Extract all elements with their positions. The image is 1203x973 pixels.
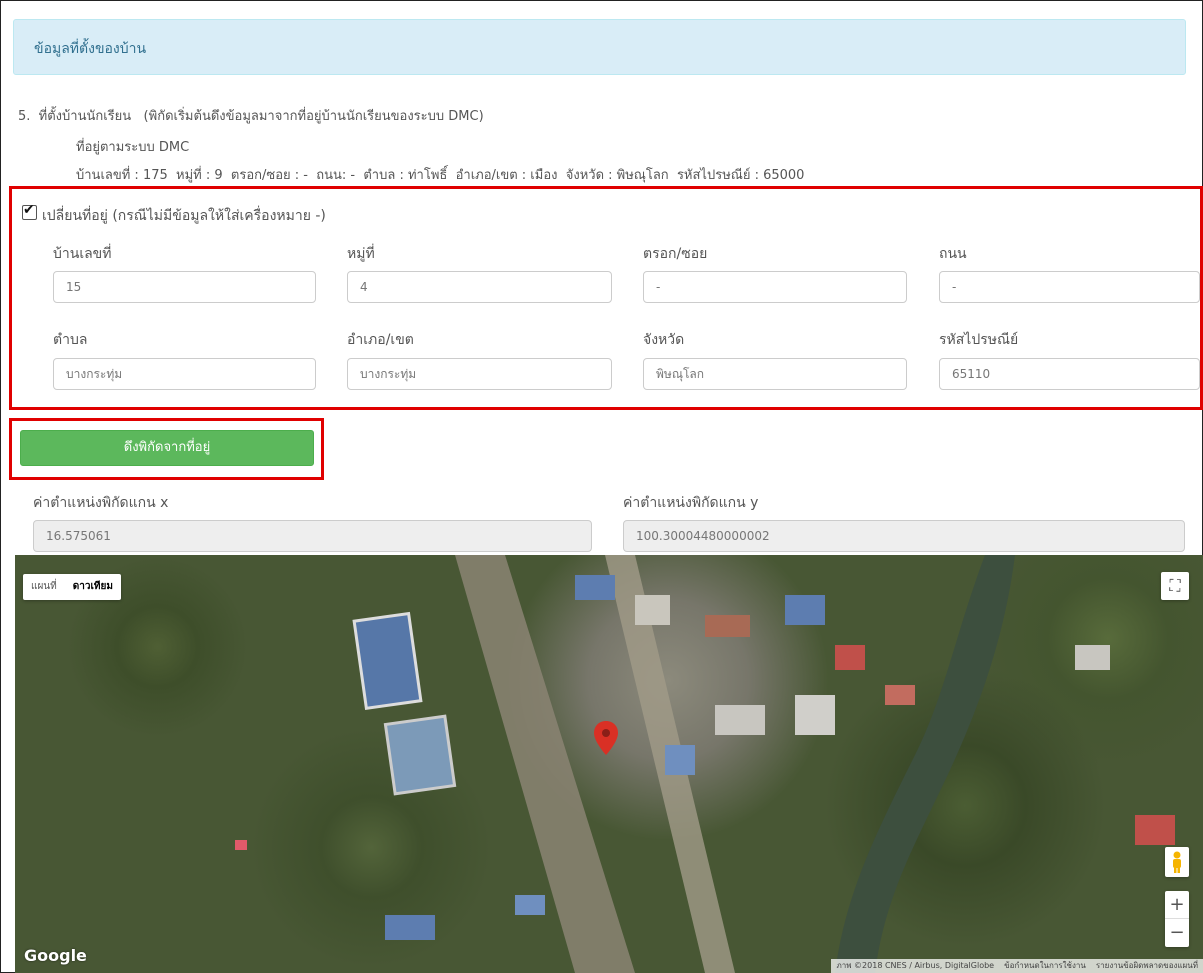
coord-x-input[interactable]: 16.575061 — [33, 520, 592, 552]
pegman-icon — [1173, 851, 1181, 873]
label-soi: ตรอก/ซอย — [643, 246, 708, 262]
dmc-label: ที่อยู่ตามระบบ DMC — [76, 140, 190, 155]
fetch-coordinates-button[interactable]: ดึงพิกัดจากที่อยู่ — [20, 430, 314, 466]
pool-2 — [383, 714, 457, 796]
label-district: อำเภอ/เขต — [347, 332, 414, 348]
river — [835, 555, 1015, 973]
label-moo: หมู่ที่ — [347, 246, 375, 262]
coord-y-input[interactable]: 100.30004480000002 — [623, 520, 1185, 552]
roof — [705, 615, 750, 637]
roof — [515, 895, 545, 915]
dmc-address: บ้านเลขที่ : 175 หมู่ที่ : 9 ตรอก/ซอย : … — [76, 168, 805, 183]
roof — [785, 595, 825, 625]
roof — [385, 915, 435, 940]
report-error-link[interactable]: รายงานข้อผิดพลาดของแผนที่ — [1091, 959, 1203, 973]
google-logo[interactable]: Google — [24, 946, 87, 965]
label-coord-x: ค่าตำแหน่งพิกัดแกน x — [33, 495, 169, 511]
house-no-input[interactable]: 15 — [53, 271, 316, 303]
roof — [885, 685, 915, 705]
panel-title: ข้อมูลที่ตั้งของบ้าน — [34, 41, 147, 57]
soi-input[interactable]: - — [643, 271, 907, 303]
fullscreen-button[interactable]: ⛶ — [1161, 572, 1189, 600]
imagery-credit: ภาพ ©2018 CNES / Airbus, DigitalGlobe — [836, 961, 995, 970]
label-province: จังหวัด — [643, 332, 685, 348]
fullscreen-icon: ⛶ — [1169, 576, 1181, 595]
district-input[interactable]: บางกระทุ่ม — [347, 358, 612, 390]
map-type-map-button[interactable]: แผนที่ — [23, 574, 65, 600]
map-type-satellite-button[interactable]: ดาวเทียม — [65, 574, 121, 600]
roof — [1135, 815, 1175, 845]
zoom-out-button[interactable]: − — [1165, 919, 1189, 946]
satellite-map[interactable]: แผนที่ ดาวเทียม ⛶ + − Google ภาพ ©2018 C… — [15, 555, 1203, 973]
map-marker-icon[interactable] — [594, 721, 618, 755]
map-type-control: แผนที่ ดาวเทียม — [23, 574, 121, 600]
label-coord-y: ค่าตำแหน่งพิกัดแกน y — [623, 495, 759, 511]
label-subdistrict: ตำบล — [53, 332, 88, 348]
pool-1 — [352, 611, 423, 711]
roof — [665, 745, 695, 775]
postcode-input[interactable]: 65110 — [939, 358, 1200, 390]
roof — [1075, 645, 1110, 670]
subdistrict-input[interactable]: บางกระทุ่ม — [53, 358, 316, 390]
roof — [235, 840, 247, 850]
roof — [715, 705, 765, 735]
map-imagery — [235, 555, 1175, 973]
terms-link[interactable]: ข้อกำหนดในการใช้งาน — [999, 959, 1091, 973]
moo-input[interactable]: 4 — [347, 271, 612, 303]
roof — [635, 595, 670, 625]
roof — [575, 575, 615, 600]
location-heading: 5. ที่ตั้งบ้านนักเรียน (พิกัดเริ่มต้นดึง… — [18, 109, 484, 124]
map-attribution: ภาพ ©2018 CNES / Airbus, DigitalGlobe ข้… — [831, 959, 1203, 973]
change-address-checkbox[interactable] — [22, 202, 37, 220]
zoom-control: + − — [1165, 891, 1189, 947]
label-house-no: บ้านเลขที่ — [53, 246, 112, 262]
change-address-label: เปลี่ยนที่อยู่ (กรณีไม่มีข้อมูลให้ใส่เคร… — [42, 208, 326, 224]
road-input[interactable]: - — [939, 271, 1200, 303]
zoom-in-button[interactable]: + — [1165, 891, 1189, 919]
province-input[interactable]: พิษณุโลก — [643, 358, 907, 390]
pegman-button[interactable] — [1165, 847, 1189, 877]
label-postcode: รหัสไปรษณีย์ — [939, 332, 1019, 348]
roof — [795, 695, 835, 735]
panel-heading: ข้อมูลที่ตั้งของบ้าน — [13, 19, 1186, 75]
roof — [835, 645, 865, 670]
label-road: ถนน — [939, 246, 967, 262]
